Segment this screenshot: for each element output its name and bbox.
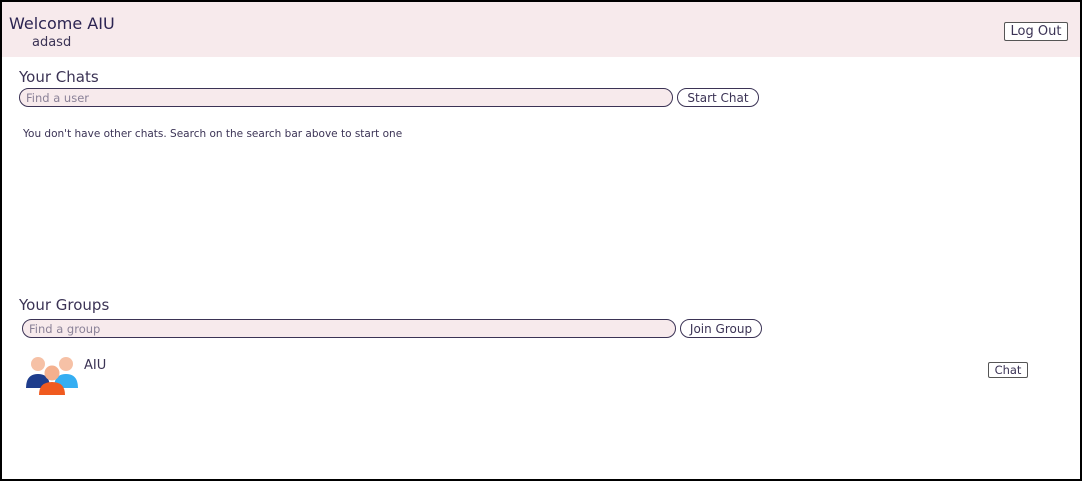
find-user-input[interactable]: [19, 88, 673, 107]
logout-button[interactable]: Log Out: [1004, 22, 1068, 41]
username-label: adasd: [32, 35, 72, 50]
groups-section-title: Your Groups: [19, 296, 110, 314]
header-bar: Welcome AIU adasd Log Out: [2, 2, 1080, 57]
chats-section-title: Your Chats: [19, 68, 99, 86]
start-chat-button[interactable]: Start Chat: [677, 88, 759, 107]
welcome-title: Welcome AIU: [9, 14, 115, 33]
join-group-button[interactable]: Join Group: [680, 319, 762, 338]
group-list-item: AIU Chat: [24, 354, 1034, 398]
group-name: AIU: [84, 358, 107, 373]
no-chats-message: You don't have other chats. Search on th…: [23, 128, 403, 140]
group-chat-button[interactable]: Chat: [988, 362, 1028, 378]
find-group-input[interactable]: [22, 319, 676, 338]
app-window: Welcome AIU adasd Log Out Your Chats Sta…: [0, 0, 1082, 481]
group-people-icon: [26, 357, 78, 395]
